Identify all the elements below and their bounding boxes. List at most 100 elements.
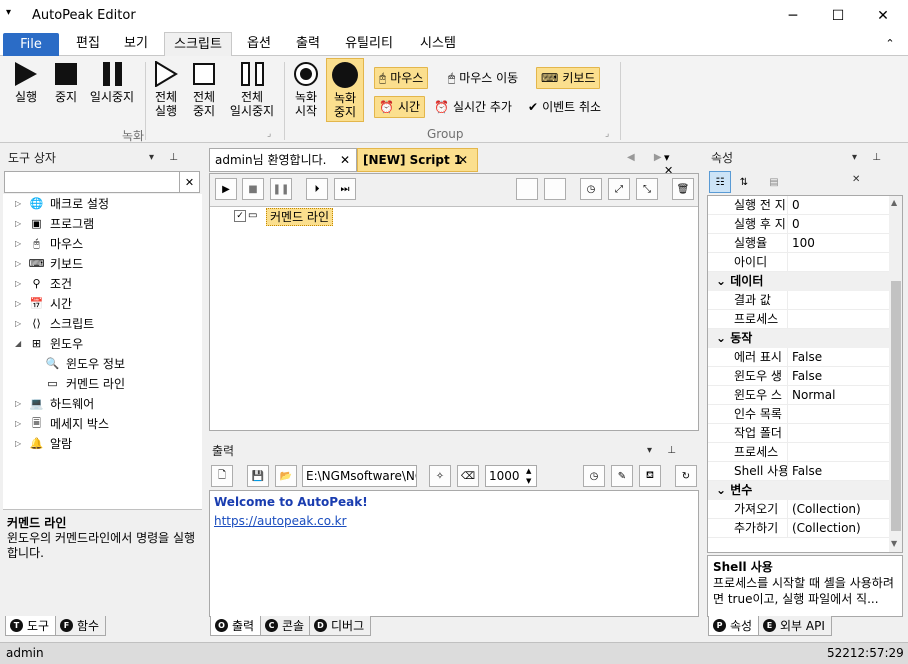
clock-icon[interactable]: ◷: [583, 465, 605, 487]
scroll-thumb[interactable]: [891, 281, 901, 531]
stop-button[interactable]: 중지: [48, 60, 84, 104]
expand-icon[interactable]: ⤢: [608, 178, 630, 200]
property-value[interactable]: (Collection): [788, 500, 861, 518]
property-value[interactable]: False: [788, 348, 822, 366]
tree-item-macro[interactable]: ▷ 🌐 매크로 설정: [15, 194, 109, 214]
tree-item-alarm[interactable]: ▷ 🔔 알람: [15, 434, 72, 454]
property-value[interactable]: [788, 291, 792, 309]
tab-properties[interactable]: P 속성: [708, 616, 760, 636]
tree-item-condition[interactable]: ▷ ⚲ 조건: [15, 274, 72, 294]
timer-icon[interactable]: ◷: [580, 178, 602, 200]
property-category[interactable]: ⌄ 데이터: [708, 272, 902, 291]
tab-utility[interactable]: 유틸리티: [336, 32, 402, 56]
tab-script[interactable]: 스크립트: [164, 32, 232, 57]
property-row[interactable]: 실행 후 지0: [708, 215, 902, 234]
step-run-icon[interactable]: ⏵: [306, 178, 328, 200]
line-count-stepper[interactable]: 1000 ▲ ▼: [485, 465, 537, 487]
property-row[interactable]: 작업 폴더: [708, 424, 902, 443]
tab-tools[interactable]: T 도구: [5, 616, 57, 636]
tab-functions[interactable]: F 함수: [55, 616, 107, 636]
property-value[interactable]: 0: [788, 196, 800, 214]
delete-icon[interactable]: 🗑: [672, 178, 694, 200]
group-launcher-icon[interactable]: ⌟: [267, 129, 271, 139]
stop-all-button[interactable]: 전체 중지: [186, 60, 222, 118]
property-value[interactable]: 0: [788, 215, 800, 233]
property-row[interactable]: 가져오기 (Collection): [708, 500, 902, 519]
property-row[interactable]: 윈도우 스 Normal: [708, 386, 902, 405]
folder-icon[interactable]: 📂: [275, 465, 297, 487]
node-checkbox[interactable]: ✓: [234, 210, 246, 222]
tab-system[interactable]: 시스템: [410, 32, 466, 56]
tab-view[interactable]: 보기: [116, 32, 156, 56]
categorized-icon[interactable]: ☷: [709, 171, 731, 193]
tree-item-time[interactable]: ▷ 📅 시간: [15, 294, 72, 314]
pause-icon[interactable]: ❚❚: [270, 178, 292, 200]
brush-icon[interactable]: ✎: [611, 465, 633, 487]
stop-icon[interactable]: ■: [242, 178, 264, 200]
tree-item-window-info[interactable]: 🔍 윈도우 정보: [45, 354, 125, 374]
tree-item-window[interactable]: ◢ ⊞ 윈도우: [15, 334, 83, 354]
property-category[interactable]: ⌄ 변수: [708, 481, 902, 500]
tab-external-api[interactable]: E 외부 API: [758, 616, 832, 636]
property-value[interactable]: False: [788, 462, 822, 480]
tab-output[interactable]: 출력: [288, 32, 328, 56]
tab-output-log[interactable]: O 출력: [210, 616, 262, 636]
property-category[interactable]: ⌄ 동작: [708, 329, 902, 348]
property-row[interactable]: Shell 사용 False: [708, 462, 902, 481]
collapse-ribbon-icon[interactable]: ⌃: [880, 32, 900, 56]
tree-item-script[interactable]: ▷ ⟨⟩ 스크립트: [15, 314, 94, 334]
property-value[interactable]: [788, 443, 792, 461]
tab-console[interactable]: C 콘솔: [260, 616, 312, 636]
tree-item-hardware[interactable]: ▷ 💻 하드웨어: [15, 394, 94, 414]
keyboard-record-button[interactable]: ⌨ 키보드: [536, 67, 601, 89]
tree-item-program[interactable]: ▷ ▣ 프로그램: [15, 214, 94, 234]
close-icon[interactable]: ✕: [458, 149, 468, 171]
clear-search-icon[interactable]: ✕: [179, 171, 200, 193]
property-value[interactable]: False: [788, 367, 822, 385]
realtime-add-button[interactable]: ⏰ 실시간 추가: [430, 96, 516, 118]
new-output-icon[interactable]: 🗋: [211, 465, 233, 487]
event-cancel-button[interactable]: ✔ 이벤트 취소: [524, 96, 605, 118]
run-button[interactable]: 실행: [8, 60, 44, 104]
property-value[interactable]: [788, 310, 792, 328]
tree-item-command-line[interactable]: ▭ 커멘드 라인: [45, 374, 125, 394]
property-row[interactable]: 실행율 100: [708, 234, 902, 253]
property-pages-icon[interactable]: ▤: [763, 171, 785, 193]
property-row[interactable]: 결과 값: [708, 291, 902, 310]
collapse-icon[interactable]: ⌄: [716, 274, 730, 288]
run-to-icon[interactable]: ⏭: [334, 178, 356, 200]
close-button[interactable]: ✕: [860, 0, 906, 32]
property-row[interactable]: 아이디: [708, 253, 902, 272]
tree-item-messagebox[interactable]: ▷ 🗏 메세지 박스: [15, 414, 109, 434]
close-icon[interactable]: ✕: [340, 149, 350, 171]
refresh-icon[interactable]: ↻: [675, 465, 697, 487]
editor-tab-welcome[interactable]: admin님 환영합니다. ✕: [209, 148, 357, 172]
mouse-move-button[interactable]: 🖱 마우스 이동: [444, 67, 522, 89]
collapse-icon[interactable]: ⌄: [716, 331, 730, 345]
property-row[interactable]: 프로세스: [708, 443, 902, 462]
property-row[interactable]: 에러 표시 False: [708, 348, 902, 367]
pause-button[interactable]: 일시중지: [86, 60, 138, 104]
editor-tab-script1[interactable]: [NEW] Script 1 ✕: [357, 148, 478, 172]
mouse-record-button[interactable]: 🖰 마우스: [374, 67, 429, 89]
property-value[interactable]: [788, 405, 792, 423]
property-value[interactable]: Normal: [788, 386, 835, 404]
collapse-icon[interactable]: ⤡: [636, 178, 658, 200]
property-value[interactable]: (Collection): [788, 519, 861, 537]
group-launcher-icon[interactable]: ⌟: [605, 129, 609, 139]
vertical-scrollbar[interactable]: ▲ ▼: [889, 196, 902, 552]
eraser-icon[interactable]: ⌫: [457, 465, 479, 487]
sort-az-icon[interactable]: ⇅: [733, 171, 755, 193]
pause-all-button[interactable]: 전체 일시중지: [224, 60, 280, 118]
time-record-button[interactable]: ⏰ 시간: [374, 96, 426, 118]
tab-options[interactable]: 옵션: [238, 32, 280, 56]
property-row[interactable]: 프로세스: [708, 310, 902, 329]
pane-controls-icon[interactable]: ▾ ⊥ ✕: [852, 147, 904, 191]
property-row[interactable]: 실행 전 지0: [708, 196, 902, 215]
record-stop-button[interactable]: 녹화 중지: [326, 58, 364, 122]
property-value[interactable]: 100: [788, 234, 815, 252]
property-row[interactable]: 인수 목록: [708, 405, 902, 424]
save-icon[interactable]: 💾: [247, 465, 269, 487]
collapse-icon[interactable]: ⌄: [716, 483, 730, 497]
blank-tool-icon[interactable]: [544, 178, 566, 200]
